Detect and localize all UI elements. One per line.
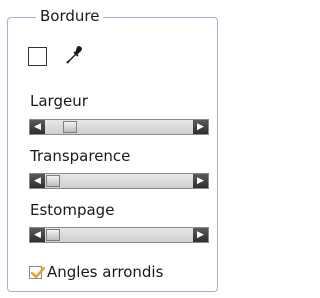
- feathering-slider[interactable]: ◀ ▶: [29, 227, 209, 243]
- feathering-label: Estompage: [30, 201, 115, 219]
- group-title: Bordure: [36, 7, 104, 25]
- transparency-slider[interactable]: ◀ ▶: [29, 173, 209, 189]
- feathering-slider-right-arrow[interactable]: ▶: [193, 228, 208, 242]
- rounded-corners-checkbox[interactable]: [29, 265, 46, 279]
- width-slider-right-arrow[interactable]: ▶: [193, 120, 208, 134]
- transparency-label: Transparence: [30, 147, 131, 165]
- border-color-swatch[interactable]: [28, 47, 47, 66]
- feathering-slider-left-arrow[interactable]: ◀: [30, 228, 45, 242]
- transparency-slider-left-arrow[interactable]: ◀: [30, 174, 45, 188]
- width-slider-left-arrow[interactable]: ◀: [30, 120, 45, 134]
- width-label: Largeur: [30, 92, 88, 110]
- feathering-slider-thumb[interactable]: [46, 229, 60, 241]
- checkmark-icon: [30, 266, 46, 278]
- transparency-slider-thumb[interactable]: [46, 175, 60, 187]
- width-slider-thumb[interactable]: [63, 121, 77, 133]
- rounded-corners-label: Angles arrondis: [47, 263, 164, 281]
- rounded-corners-option[interactable]: Angles arrondis: [29, 263, 163, 281]
- transparency-slider-right-arrow[interactable]: ▶: [193, 174, 208, 188]
- eyedropper-icon[interactable]: [64, 44, 86, 66]
- width-slider[interactable]: ◀ ▶: [29, 119, 209, 135]
